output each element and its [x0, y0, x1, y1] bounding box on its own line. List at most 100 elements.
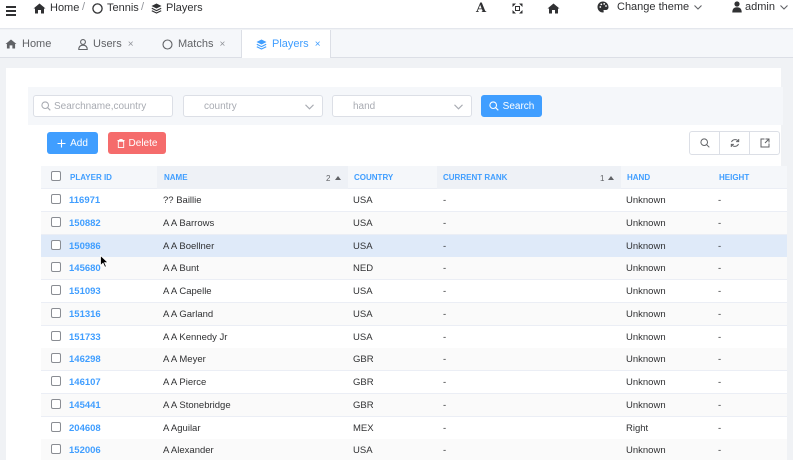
search-button[interactable]: Search	[481, 95, 542, 117]
home-icon[interactable]	[547, 1, 560, 15]
breadcrumb-label: Tennis	[107, 2, 139, 14]
player-id-link[interactable]: 151733	[69, 326, 101, 349]
player-country: USA	[353, 308, 373, 320]
player-id-link[interactable]: 151316	[69, 303, 101, 326]
close-icon[interactable]: ×	[128, 39, 134, 50]
player-height: -	[718, 422, 722, 434]
table-header: PLAYER ID NAME 2 COUNTRY CURRENT RANK 1 …	[41, 166, 787, 189]
column-header-current-rank[interactable]: CURRENT RANK 1	[437, 166, 621, 189]
row-checkbox[interactable]	[51, 376, 61, 386]
table-row[interactable]: 116971 ?? Baillie USA - Unknown -	[41, 189, 787, 212]
tab-users[interactable]: Users ×	[78, 30, 134, 58]
hand-select[interactable]: hand	[332, 95, 472, 117]
player-id-link[interactable]: 152006	[69, 439, 101, 460]
add-button[interactable]: Add	[47, 132, 98, 154]
row-checkbox[interactable]	[51, 216, 61, 227]
row-checkbox[interactable]	[51, 194, 61, 204]
player-id-link[interactable]: 145680	[69, 257, 101, 280]
table-row[interactable]: 204608 A Aguilar MEX - Right -	[41, 416, 787, 440]
tab-matchs[interactable]: Matchs ×	[162, 30, 225, 58]
player-country: GBR	[353, 399, 374, 411]
player-country: USA	[353, 195, 373, 206]
player-rank: -	[443, 195, 447, 206]
player-id-link[interactable]: 151093	[69, 280, 101, 303]
column-header-country[interactable]: COUNTRY	[354, 166, 393, 189]
row-checkbox[interactable]	[51, 421, 61, 432]
close-icon[interactable]: ×	[315, 39, 321, 50]
row-checkbox[interactable]	[51, 330, 61, 341]
row-checkbox[interactable]	[51, 262, 61, 273]
player-height: -	[718, 377, 722, 388]
player-hand: Unknown	[626, 263, 666, 275]
player-id-link[interactable]: 145441	[69, 394, 101, 417]
column-header-name[interactable]: NAME 2	[157, 166, 348, 189]
player-hand: Unknown	[626, 240, 666, 252]
column-header-label: CURRENT RANK	[443, 173, 508, 182]
breadcrumb-players: Players	[151, 0, 203, 16]
breadcrumb-home[interactable]: Home	[33, 0, 79, 16]
sort-order-badge: 2	[326, 174, 331, 183]
menu-toggle-icon[interactable]	[6, 6, 16, 16]
column-header-hand[interactable]: HAND	[627, 166, 650, 189]
row-checkbox[interactable]	[51, 307, 61, 318]
player-height: -	[718, 399, 722, 411]
select-all-checkbox[interactable]	[51, 171, 61, 181]
column-header-player-id[interactable]: PLAYER ID	[70, 166, 112, 189]
user-menu[interactable]: admin	[732, 1, 788, 13]
table-row[interactable]: 152006 A Alexander USA - Unknown -	[41, 439, 787, 460]
player-height: -	[718, 331, 722, 343]
table-row[interactable]: 146298 A A Meyer GBR - Unknown -	[41, 348, 787, 372]
row-checkbox[interactable]	[51, 239, 61, 250]
breadcrumb-tennis[interactable]: Tennis	[92, 0, 139, 16]
fullscreen-icon[interactable]	[511, 1, 523, 15]
tab-players[interactable]: Players ×	[241, 30, 331, 58]
row-checkbox[interactable]	[51, 285, 61, 295]
table-row[interactable]: 150882 A A Barrows USA - Unknown -	[41, 211, 787, 235]
refresh-button[interactable]	[720, 132, 750, 154]
table-row[interactable]: 150986 A A Boellner USA - Unknown -	[41, 234, 787, 258]
player-id-link[interactable]: 146107	[69, 371, 101, 394]
row-checkbox[interactable]	[51, 444, 61, 455]
table-row[interactable]: 151316 A A Garland USA - Unknown -	[41, 302, 787, 326]
player-name: A A Pierce	[163, 377, 207, 388]
breadcrumb-label: Home	[50, 2, 80, 14]
layers-icon	[256, 39, 267, 50]
player-height: -	[718, 354, 722, 366]
tab-home[interactable]: Home	[5, 30, 51, 58]
delete-button[interactable]: Delete	[108, 132, 166, 154]
table-row[interactable]: 146107 A A Pierce GBR - Unknown -	[41, 371, 787, 394]
change-theme-dropdown[interactable]: Change theme	[597, 1, 703, 13]
table-toolbar	[689, 131, 780, 155]
chevron-down-icon	[694, 4, 703, 10]
player-id-link[interactable]: 150882	[69, 212, 101, 235]
export-button[interactable]	[750, 132, 779, 154]
table-row[interactable]: 145441 A A Stonebridge GBR - Unknown -	[41, 393, 787, 417]
table-row[interactable]: 151093 A A Capelle USA - Unknown -	[41, 280, 787, 303]
top-header: Home / Tennis / Players A Change theme a…	[0, 0, 793, 29]
player-height: -	[718, 217, 722, 229]
player-id-link[interactable]: 150986	[69, 235, 101, 258]
sort-order-badge: 1	[600, 174, 605, 183]
player-hand: Unknown	[626, 399, 666, 411]
player-id-link[interactable]: 116971	[69, 189, 100, 212]
column-header-height[interactable]: HEIGHT	[719, 166, 749, 189]
layers-icon	[151, 3, 162, 14]
table-row[interactable]: 145680 A A Bunt NED - Unknown -	[41, 257, 787, 281]
player-name: A Alexander	[163, 445, 214, 457]
country-select[interactable]: country	[183, 95, 323, 117]
home-icon	[5, 39, 17, 49]
trash-icon	[117, 138, 125, 148]
search-name-input[interactable]: Searchname,country	[33, 95, 173, 117]
player-height: -	[718, 240, 722, 252]
font-size-icon[interactable]: A	[474, 1, 488, 16]
row-checkbox[interactable]	[51, 398, 61, 409]
user-icon	[732, 1, 742, 13]
search-toggle-button[interactable]	[690, 132, 720, 154]
player-rank: -	[443, 399, 447, 411]
player-id-link[interactable]: 204608	[69, 417, 101, 440]
hand-placeholder: hand	[353, 100, 376, 112]
close-icon[interactable]: ×	[219, 39, 225, 50]
table-row[interactable]: 151733 A A Kennedy Jr USA - Unknown -	[41, 325, 787, 349]
player-id-link[interactable]: 146298	[69, 348, 101, 371]
row-checkbox[interactable]	[51, 353, 61, 364]
